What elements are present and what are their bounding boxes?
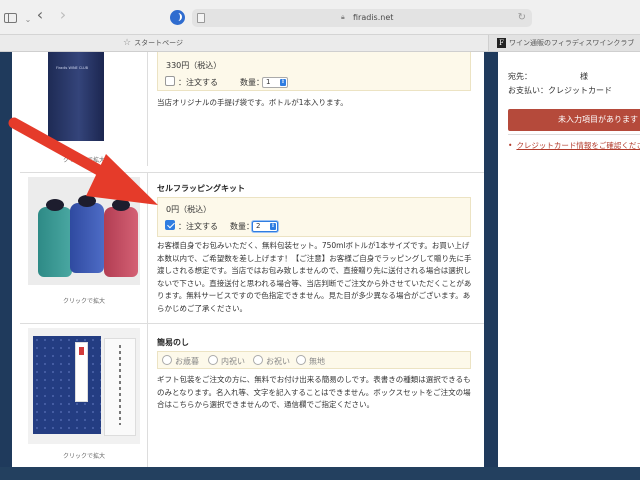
star-icon: ☆ (123, 38, 132, 48)
gift-options-panel: Firadis WINE CLUB クリックで拡大 330円（税込） ：注文する… (12, 52, 484, 467)
price: 0円（税込） (166, 205, 212, 214)
tab-start-page[interactable]: ☆ スタートページ (0, 35, 488, 51)
browser-toolbar: ⌄ ‹ › 🔒︎ firadis.net ↻ (0, 0, 640, 35)
address-bar[interactable]: 🔒︎ firadis.net ↻ (192, 9, 532, 27)
image-caption: クリックで拡大 (62, 157, 105, 164)
radio-label: 内祝い (221, 357, 245, 366)
credit-card-info-link[interactable]: クレジットカード情報をご確認ください (508, 140, 640, 151)
page-bottom-strip (0, 467, 640, 480)
radio-muji[interactable] (296, 355, 306, 365)
product-description: 当店オリジナルの手提げ袋です。ボトルが1本入ります。 (157, 98, 348, 107)
tab-label: スタートページ (134, 39, 183, 47)
page-menu-icon[interactable] (197, 13, 205, 23)
noshi-paper (75, 342, 88, 402)
product-row-bag: Firadis WINE CLUB クリックで拡大 330円（税込） ：注文する… (20, 52, 484, 166)
tab-firadis[interactable]: F ワイン通販のフィラディスワインクラブ (488, 35, 640, 51)
product-name: 簡易のし (157, 338, 189, 347)
quantity-label: 数量： (240, 78, 264, 87)
site-favicon-icon: F (497, 38, 506, 48)
submit-order-button[interactable]: 未入力項目があります (508, 109, 640, 131)
product-image-cell: クリックで拡大 (20, 173, 148, 324)
order-checkbox[interactable] (165, 220, 175, 230)
radio-oseibo[interactable] (162, 355, 172, 365)
image-caption: クリックで拡大 (62, 453, 105, 460)
price: 330円（税込） (166, 61, 222, 70)
product-row-noshi: クリックで拡大 簡易のし お歳暮 内祝い お祝い 無地 ギフト包装をご注文の方に… (20, 323, 484, 467)
product-description: ギフト包装をご注文の方に、無料でお付け出来る簡易のしです。表書きの種類は選択でき… (157, 375, 471, 409)
payment-method: お支払い：クレジットカード (508, 86, 612, 95)
order-checkbox[interactable] (165, 76, 175, 86)
order-box: 0円（税込） ：注文する 数量： 2 ⇕ (157, 197, 471, 237)
recipient-label: 宛先： (508, 72, 532, 81)
bag-logo: Firadis WINE CLUB (56, 66, 89, 70)
bottle-green (38, 199, 72, 277)
reload-icon[interactable]: ↻ (518, 12, 526, 23)
quantity-select[interactable]: 1 ⇕ (262, 77, 288, 88)
page-content: Firadis WINE CLUB クリックで拡大 330円（税込） ：注文する… (0, 52, 640, 480)
order-label: ：注文する (178, 78, 218, 87)
product-image-cell: Firadis WINE CLUB クリックで拡大 (20, 52, 148, 166)
image-caption: クリックで拡大 (62, 298, 105, 305)
radio-label: 無地 (309, 357, 325, 366)
radio-oiwai[interactable] (253, 355, 263, 365)
wrapping-kit-image[interactable] (28, 177, 140, 285)
bottle-red (104, 199, 138, 277)
quantity-label: 数量： (230, 222, 254, 231)
order-summary-panel: 宛先： 様 お支払い：クレジットカード 未入力項目があります クレジットカード情… (498, 52, 640, 467)
gift-box (33, 336, 101, 434)
noshi-options-box: お歳暮 内祝い お祝い 無地 (157, 351, 471, 369)
divider (508, 134, 640, 135)
product-description: お客様自身でお包みいただく、無料包装セット。750mlボトルが1本サイズです。お… (157, 241, 472, 313)
noshi-image[interactable] (28, 328, 140, 444)
product-name: セルフラッピングキット (157, 184, 245, 193)
order-label: ：注文する (178, 222, 218, 231)
tab-label: ワイン通販のフィラディスワインクラブ (509, 39, 635, 47)
select-arrows-icon: ⇕ (270, 223, 276, 230)
lock-icon: 🔒︎ (341, 13, 345, 21)
bottle-blue (70, 195, 104, 273)
quantity-value: 2 (256, 222, 261, 230)
back-arrow-icon[interactable]: ‹ (33, 7, 47, 23)
select-arrows-icon: ⇕ (280, 79, 286, 86)
order-box: 330円（税込） ：注文する 数量： 1 ⇕ (157, 52, 471, 91)
forward-arrow-icon[interactable]: › (56, 7, 70, 23)
paper-bag-image[interactable]: Firadis WINE CLUB (48, 52, 104, 141)
radio-label: お歳暮 (175, 357, 199, 366)
sidebar-toggle-icon[interactable] (4, 13, 17, 23)
radio-uchiiwai[interactable] (208, 355, 218, 365)
noshi-card (104, 338, 136, 436)
url-text: firadis.net (353, 13, 394, 22)
privacy-report-icon[interactable] (170, 10, 185, 25)
recipient-suffix: 様 (580, 72, 588, 81)
quantity-select[interactable]: 2 ⇕ (252, 221, 278, 232)
favorites-bar: ☆ スタートページ F ワイン通販のフィラディスワインクラブ (0, 35, 640, 52)
product-row-wrapping-kit: クリックで拡大 セルフラッピングキット 0円（税込） ：注文する 数量： 2 ⇕… (20, 172, 484, 324)
product-image-cell: クリックで拡大 (20, 324, 148, 467)
quantity-value: 1 (266, 78, 271, 86)
radio-label: お祝い (266, 357, 290, 366)
